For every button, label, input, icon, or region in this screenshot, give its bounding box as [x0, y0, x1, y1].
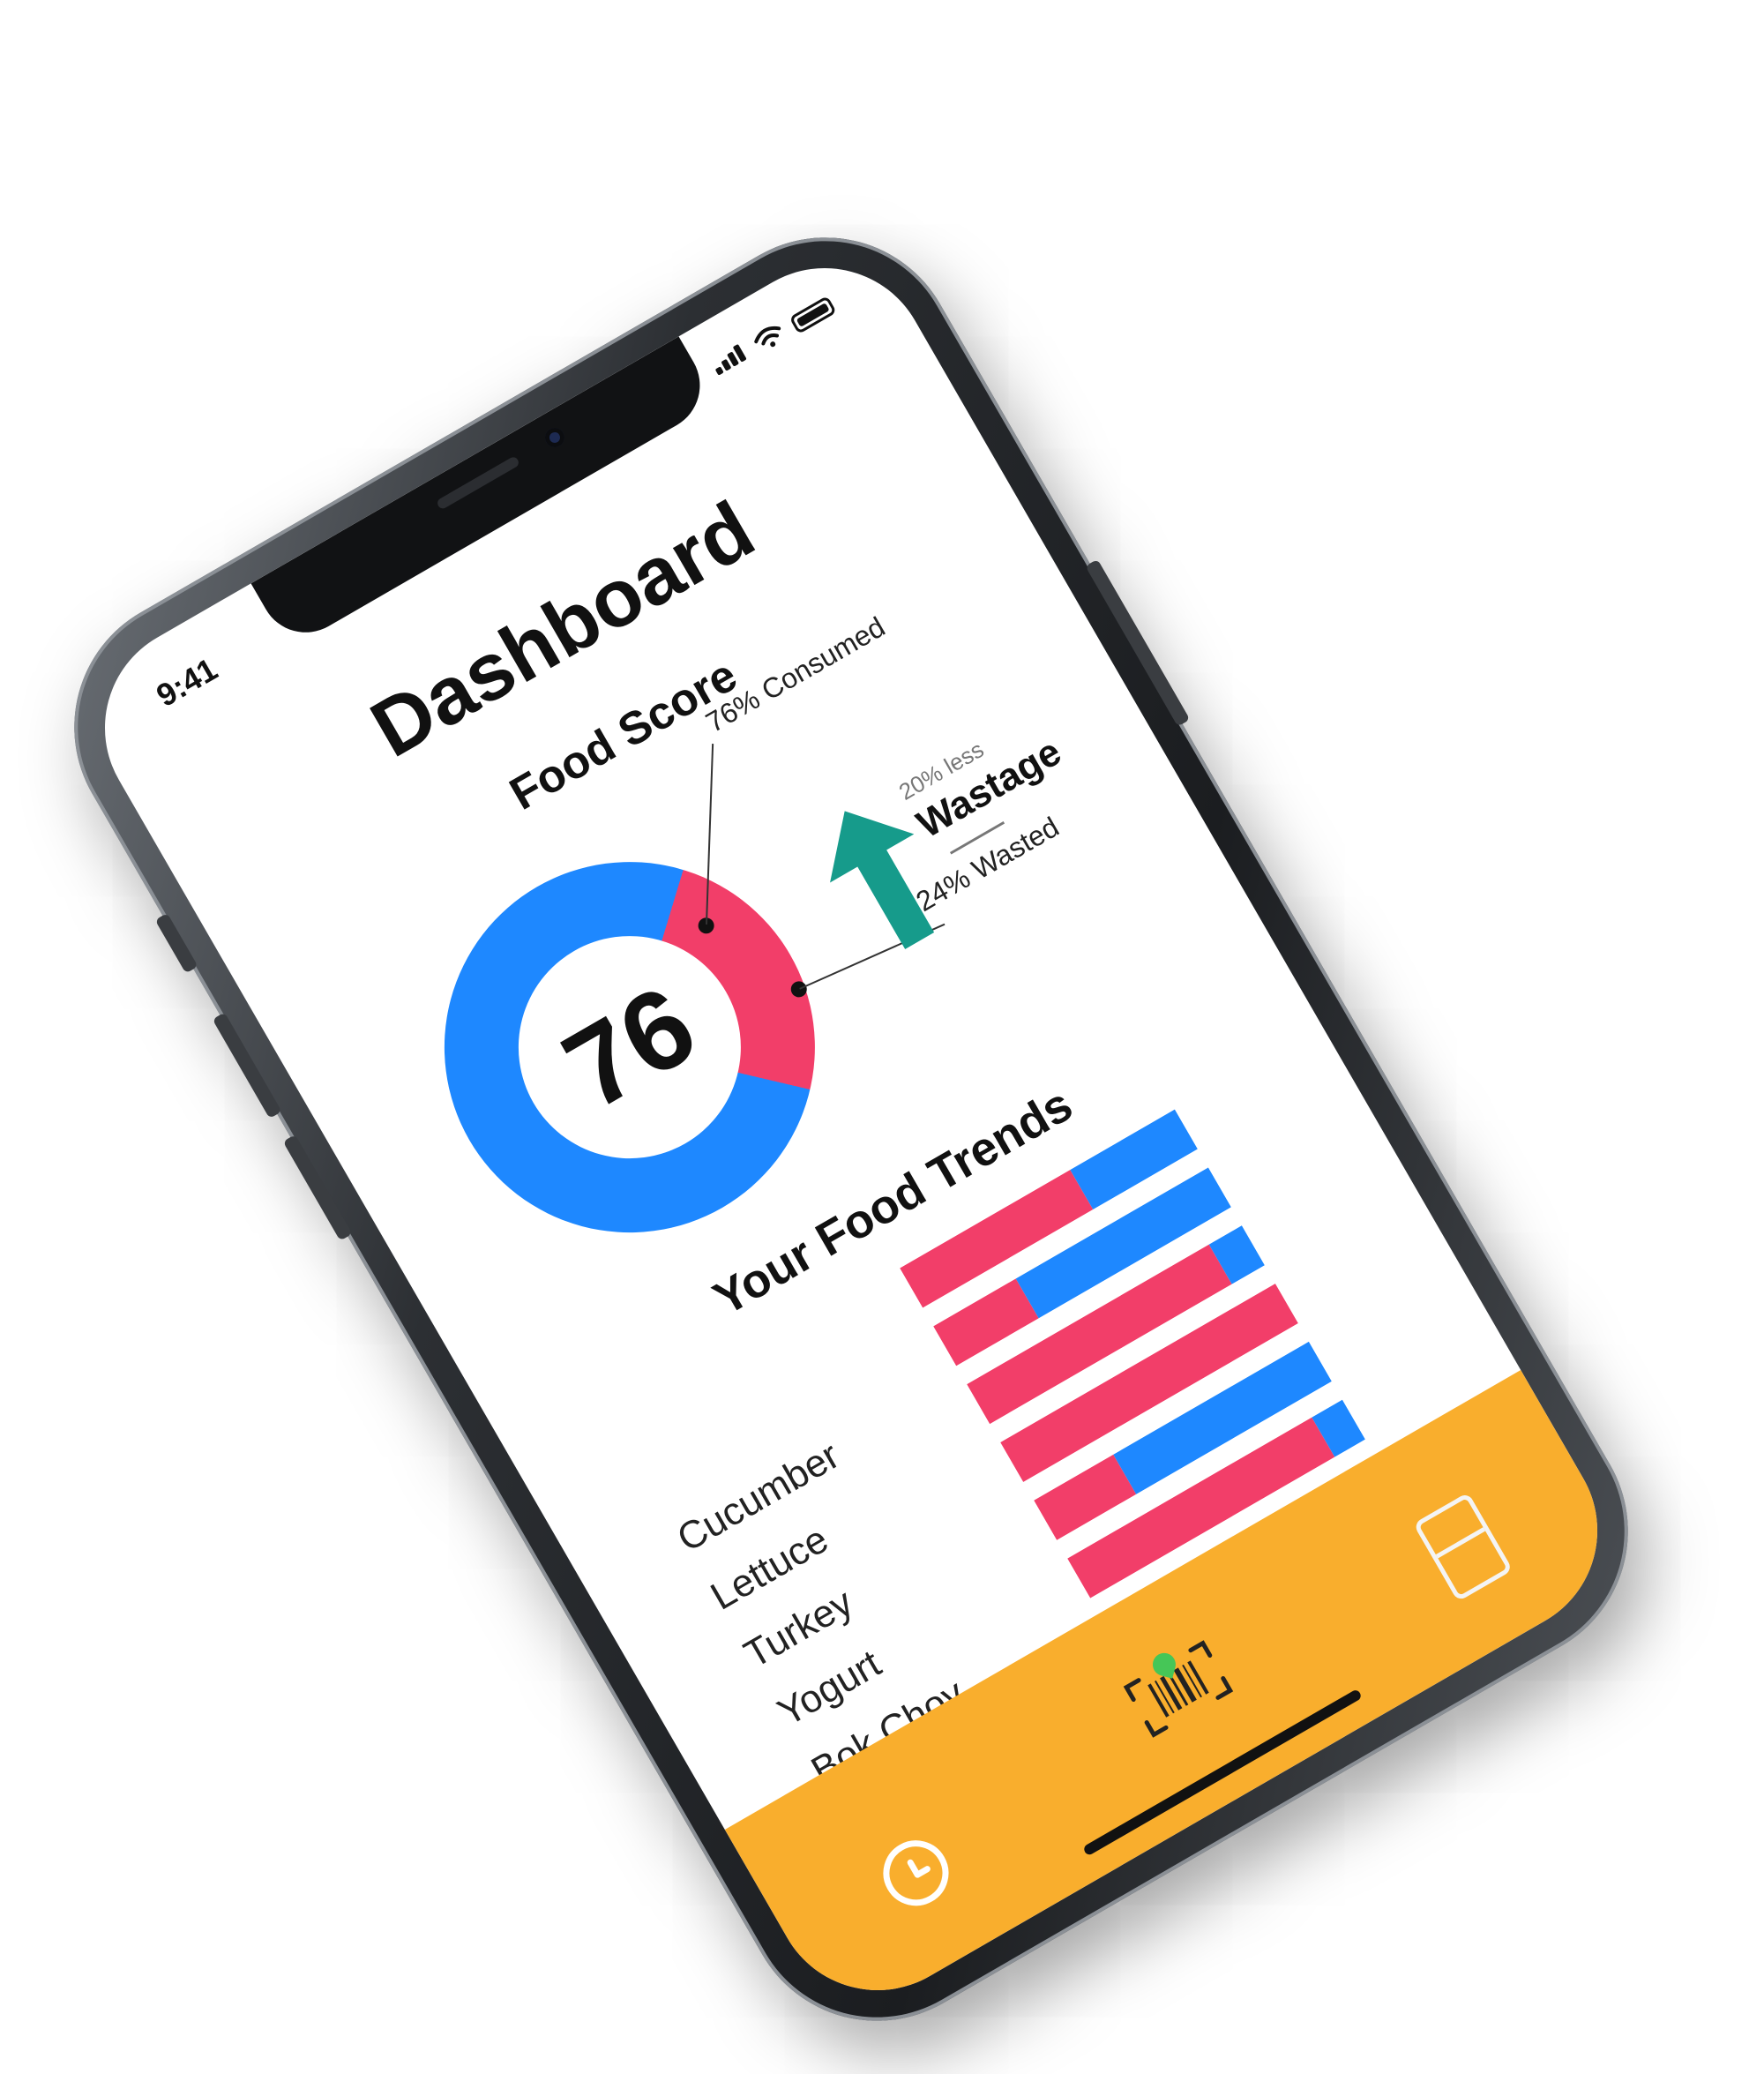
phone-device: 9:41 Dashboard Food Score 76 76% Consume… — [26, 189, 1677, 2070]
donut-center: 76 — [477, 895, 782, 1200]
mute-switch — [154, 912, 198, 974]
wifi-icon — [754, 326, 781, 348]
tab-fridge[interactable] — [1404, 1485, 1521, 1608]
fridge-icon — [1413, 1492, 1514, 1602]
barcode-icon — [1097, 1610, 1252, 1756]
clock-icon — [871, 1828, 961, 1918]
tab-history[interactable] — [862, 1819, 970, 1928]
screen: 9:41 Dashboard Food Score 76 76% Consume… — [66, 229, 1636, 2029]
stage: 9:41 Dashboard Food Score 76 76% Consume… — [0, 0, 1764, 2070]
camera-icon — [541, 423, 568, 452]
battery-icon — [789, 295, 837, 335]
food-score-value: 76 — [543, 961, 716, 1134]
status-time: 9:41 — [150, 650, 224, 715]
signal-icon — [710, 342, 751, 379]
speaker-icon — [435, 455, 521, 511]
tab-scan[interactable] — [1093, 1602, 1257, 1763]
status-icons — [709, 293, 837, 380]
